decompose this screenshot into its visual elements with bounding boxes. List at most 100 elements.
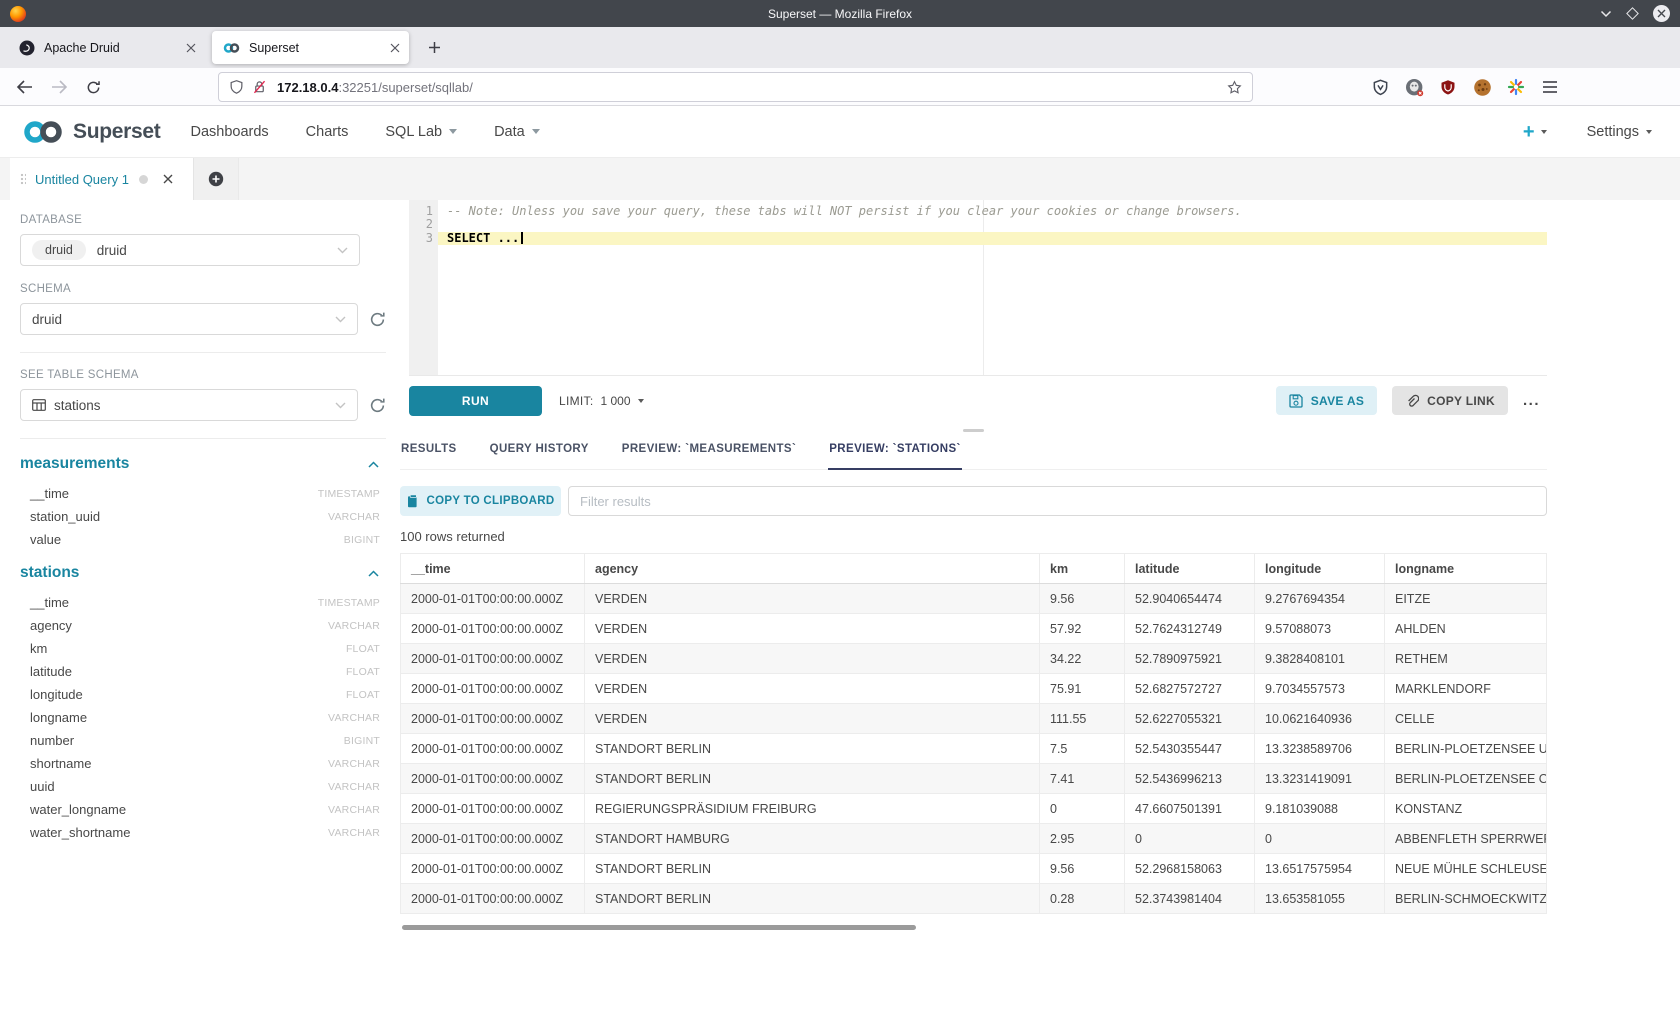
extension-snowflake-icon[interactable]: [1506, 77, 1526, 97]
table-cell: MARKLENDORF: [1385, 674, 1547, 704]
results-tabbar: RESULTS QUERY HISTORY PREVIEW: `MEASUREMEN…: [400, 435, 1547, 470]
more-options-button[interactable]: ...: [1523, 392, 1540, 409]
results-panel: RESULTS QUERY HISTORY PREVIEW: `MEASUREMEN…: [400, 435, 1547, 1012]
extension-cookie-icon[interactable]: [1472, 77, 1492, 97]
schema-select[interactable]: druid: [20, 303, 358, 335]
hamburger-menu-icon[interactable]: [1540, 77, 1560, 97]
extension-shield-icon[interactable]: [1370, 77, 1390, 97]
table-row: 2000-01-01T00:00:00.000ZVERDEN34.2252.78…: [401, 644, 1547, 674]
query-tab-untitled-query-1[interactable]: Untitled Query 1: [10, 158, 193, 200]
window-titlebar: Superset — Mozilla Firefox: [0, 0, 1680, 27]
settings-menu[interactable]: Settings: [1587, 124, 1652, 140]
caret-down-icon: [638, 399, 644, 403]
navbar-link-dashboards[interactable]: Dashboards: [190, 124, 268, 140]
unsaved-indicator-dot: [139, 175, 148, 184]
url-bar[interactable]: 172.18.0.4:32251/superset/sqllab/: [218, 72, 1253, 102]
column-header-km[interactable]: km: [1040, 554, 1125, 584]
column-header-latitude[interactable]: latitude: [1125, 554, 1255, 584]
collapse-chevron-icon[interactable]: [368, 570, 379, 577]
column-header-longname[interactable]: longname: [1385, 554, 1547, 584]
refresh-table-icon[interactable]: [369, 397, 386, 414]
table-cell: VERDEN: [585, 644, 1040, 674]
column-header-agency[interactable]: agency: [585, 554, 1040, 584]
column-header-time[interactable]: __time: [401, 554, 585, 584]
column-type: TIMESTAMP: [318, 597, 380, 609]
panel-resize-handle[interactable]: [400, 425, 1547, 435]
navbar-link-charts[interactable]: Charts: [306, 124, 349, 140]
column-row: numberBIGINT: [20, 729, 386, 752]
column-type: FLOAT: [346, 643, 380, 655]
database-tag: druid: [32, 240, 86, 260]
tab-close-icon[interactable]: [390, 43, 400, 53]
bookmark-star-icon[interactable]: [1227, 80, 1242, 95]
line-number: 2: [409, 218, 433, 231]
brand-title[interactable]: Superset: [73, 120, 160, 144]
horizontal-scrollbar[interactable]: [402, 925, 916, 930]
table-cell: 52.6227055321: [1125, 704, 1255, 734]
navbar-link-data[interactable]: Data: [494, 124, 540, 140]
table-cell: 7.5: [1040, 734, 1125, 764]
refresh-schema-icon[interactable]: [369, 311, 386, 328]
column-type: BIGINT: [344, 534, 380, 546]
copy-to-clipboard-button[interactable]: COPY TO CLIPBOARD: [400, 486, 561, 516]
sql-editor[interactable]: 123 -- Note: Unless you save your query,…: [409, 200, 1547, 376]
table-schema-label: SEE TABLE SCHEMA: [20, 369, 386, 381]
results-tab-preview-measurements[interactable]: PREVIEW: `MEASUREMENTS`: [621, 435, 797, 470]
save-as-button[interactable]: SAVE AS: [1276, 386, 1377, 415]
extension-mask-icon[interactable]: [1404, 77, 1424, 97]
table-cell: STANDORT BERLIN: [585, 854, 1040, 884]
results-tab-query-history[interactable]: QUERY HISTORY: [489, 435, 590, 470]
column-name: agency: [30, 618, 72, 633]
add-new-button[interactable]: +: [1523, 122, 1547, 142]
table-section-measurements[interactable]: measurements: [20, 455, 386, 473]
database-select[interactable]: druid druid: [20, 234, 360, 266]
back-button[interactable]: [12, 76, 36, 98]
table-section-stations[interactable]: stations: [20, 564, 386, 582]
table-cell: CELLE: [1385, 704, 1547, 734]
column-name: number: [30, 733, 74, 748]
results-tab-preview-stations[interactable]: PREVIEW: `STATIONS`: [828, 435, 962, 470]
browser-tab-superset[interactable]: Superset: [212, 31, 409, 64]
add-query-tab-button[interactable]: [193, 158, 239, 200]
tab-close-icon[interactable]: [186, 43, 196, 53]
table-cell: 7.41: [1040, 764, 1125, 794]
navbar-link-sql-lab[interactable]: SQL Lab: [385, 124, 457, 140]
line-number: 1: [409, 205, 433, 218]
forward-button[interactable]: [47, 76, 71, 98]
maximize-icon[interactable]: [1626, 7, 1639, 20]
query-tab-close-icon[interactable]: [163, 174, 173, 184]
row-count-text: 100 rows returned: [400, 529, 1547, 544]
table-cell: 2000-01-01T00:00:00.000Z: [401, 674, 585, 704]
table-cell: 2000-01-01T00:00:00.000Z: [401, 764, 585, 794]
table-cell: 111.55: [1040, 704, 1125, 734]
copy-link-button[interactable]: COPY LINK: [1392, 386, 1508, 415]
url-host: 172.18.0.4: [277, 80, 338, 95]
column-name: shortname: [30, 756, 91, 771]
table-cell: 2000-01-01T00:00:00.000Z: [401, 734, 585, 764]
tracking-shield-icon[interactable]: [229, 79, 244, 95]
limit-dropdown[interactable]: LIMIT: 1 000: [559, 394, 644, 408]
new-tab-button[interactable]: [421, 35, 447, 61]
extension-ublock-icon[interactable]: [1438, 77, 1458, 97]
table-cell: 9.2767694354: [1255, 584, 1385, 614]
filter-results-input[interactable]: [568, 486, 1547, 516]
collapse-chevron-icon[interactable]: [368, 461, 379, 468]
chevron-down-icon: [335, 316, 346, 323]
column-type: VARCHAR: [328, 620, 380, 632]
url-text: 172.18.0.4:32251/superset/sqllab/: [277, 80, 1227, 95]
insecure-lock-icon[interactable]: [252, 79, 267, 95]
editor-code-area[interactable]: -- Note: Unless you save your query, the…: [438, 200, 1547, 375]
table-select[interactable]: stations: [20, 389, 358, 421]
sqllab-sidebar: DATABASE druid druid SCHEMA druid: [0, 200, 400, 1012]
reload-button[interactable]: [81, 76, 105, 98]
window-close-icon[interactable]: [1653, 5, 1670, 22]
superset-logo-icon[interactable]: [22, 119, 64, 145]
column-row: __timeTIMESTAMP: [20, 482, 386, 505]
column-header-longitude[interactable]: longitude: [1255, 554, 1385, 584]
window-menu-chevron-icon[interactable]: [1600, 10, 1612, 18]
results-tab-results[interactable]: RESULTS: [400, 435, 458, 470]
url-path: :32251/superset/sqllab/: [338, 80, 472, 95]
browser-tab-apache-druid[interactable]: Apache Druid: [8, 31, 205, 64]
run-button[interactable]: RUN: [409, 386, 542, 416]
table-cell: ABBENFLETH SPERRWERK: [1385, 824, 1547, 854]
